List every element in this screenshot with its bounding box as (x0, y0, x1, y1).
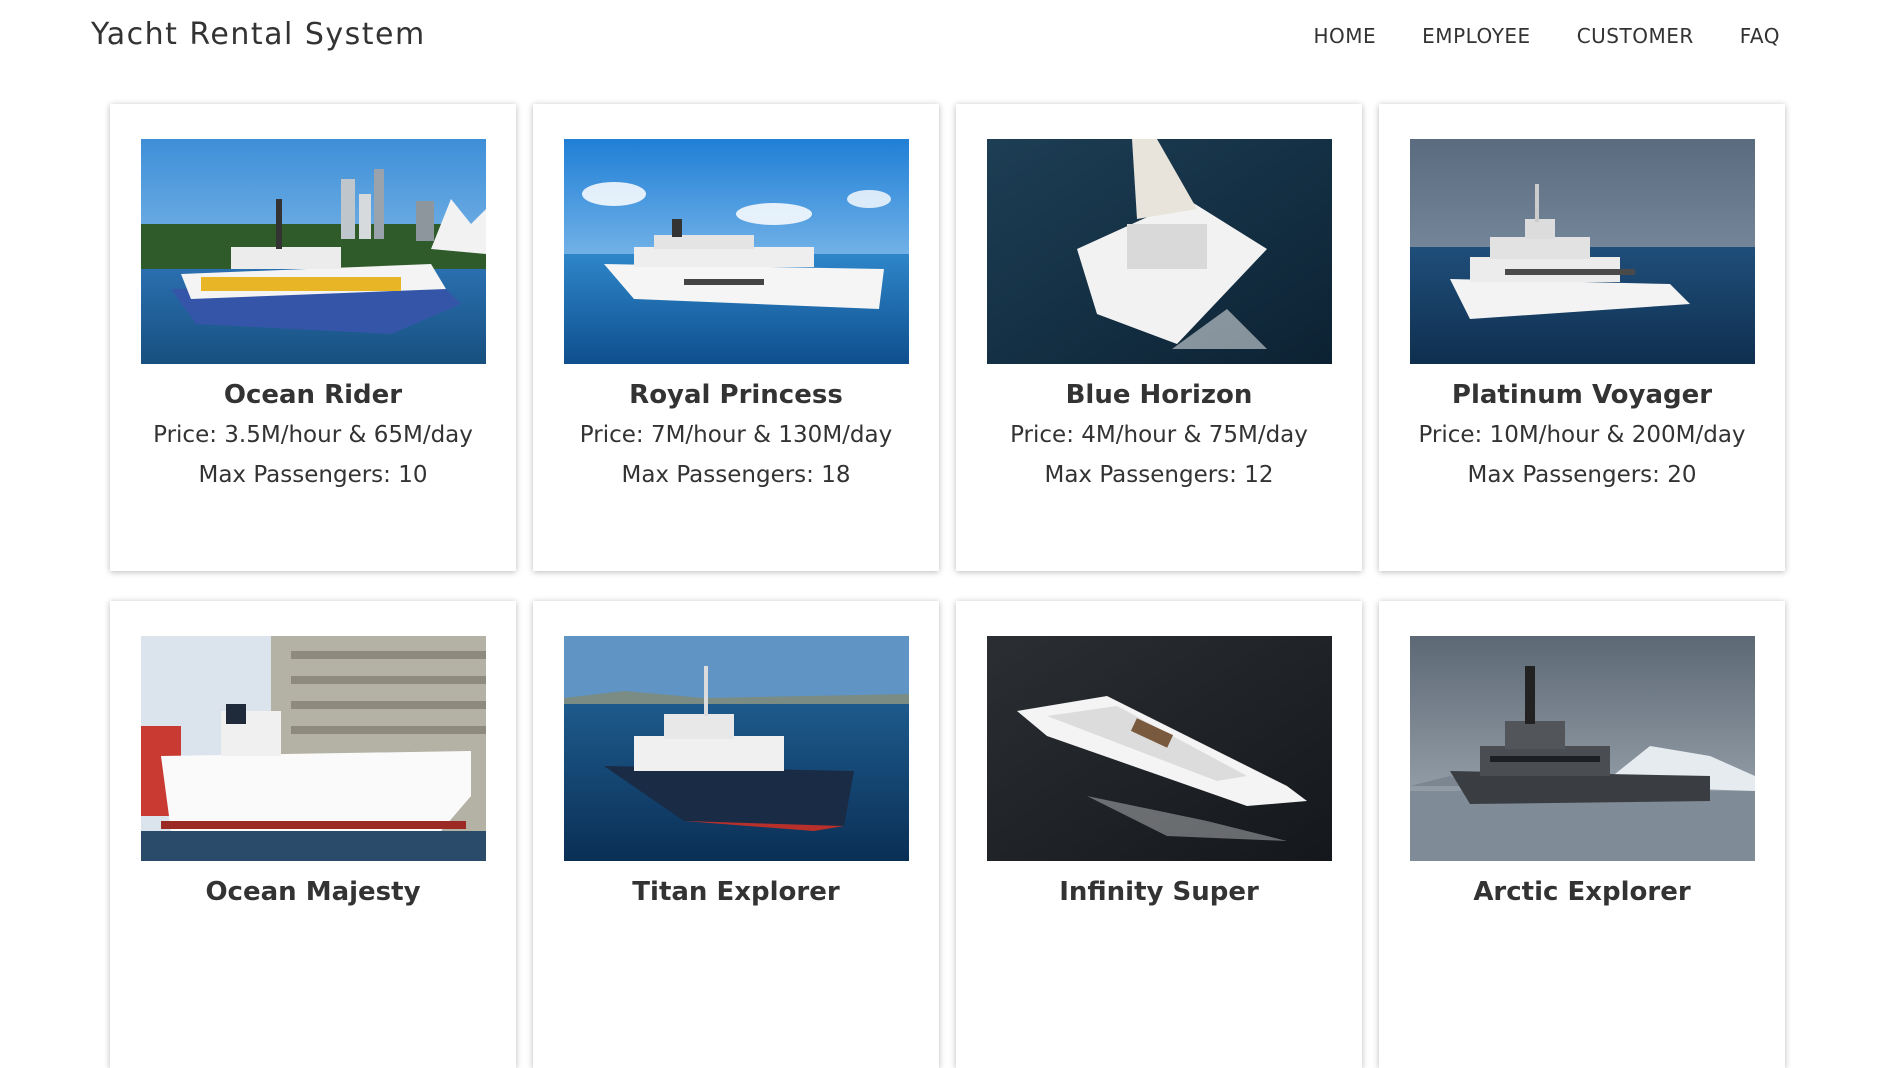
yacht-image[interactable] (1409, 139, 1755, 364)
nav-home-link[interactable]: HOME (1313, 24, 1376, 48)
yacht-card[interactable]: Ocean Rider Price: 3.5M/hour & 65M/day M… (110, 104, 516, 571)
app-title[interactable]: Yacht Rental System (91, 17, 426, 52)
yacht-name: Infinity Super (1059, 877, 1259, 907)
yacht-card[interactable]: Platinum Voyager Price: 10M/hour & 200M/… (1379, 104, 1785, 571)
yacht-grid: Ocean Rider Price: 3.5M/hour & 65M/day M… (110, 104, 1785, 1068)
yacht-price: Price: 3.5M/hour & 65M/day (153, 422, 473, 448)
yacht-card[interactable]: Titan Explorer (533, 601, 939, 1068)
yacht-card[interactable]: Infinity Super (956, 601, 1362, 1068)
yacht-price: Price: 4M/hour & 75M/day (1010, 422, 1308, 448)
nav-customer-link[interactable]: CUSTOMER (1577, 24, 1694, 48)
yacht-price: Price: 7M/hour & 130M/day (579, 422, 893, 448)
yacht-card[interactable]: Blue Horizon Price: 4M/hour & 75M/day Ma… (956, 104, 1362, 571)
yacht-image[interactable] (986, 139, 1332, 364)
nav-employee-link[interactable]: EMPLOYEE (1422, 24, 1531, 48)
yacht-price: Price: 10M/hour & 200M/day (1418, 422, 1746, 448)
yacht-card[interactable]: Ocean Majesty (110, 601, 516, 1068)
yacht-name: Royal Princess (629, 380, 843, 410)
yacht-card[interactable]: Royal Princess Price: 7M/hour & 130M/day… (533, 104, 939, 571)
yacht-name: Blue Horizon (1065, 380, 1253, 410)
yacht-max-passengers: Max Passengers: 18 (621, 462, 851, 488)
nav-menu: HOME EMPLOYEE CUSTOMER FAQ (1313, 24, 1780, 48)
yacht-max-passengers: Max Passengers: 10 (198, 462, 428, 488)
yacht-max-passengers: Max Passengers: 20 (1467, 462, 1697, 488)
navbar: Yacht Rental System HOME EMPLOYEE CUSTOM… (0, 0, 1892, 72)
yacht-name: Ocean Rider (223, 380, 403, 410)
yacht-name: Platinum Voyager (1451, 380, 1713, 410)
yacht-max-passengers: Max Passengers: 12 (1044, 462, 1274, 488)
yacht-image[interactable] (563, 139, 909, 364)
yacht-image[interactable] (140, 636, 486, 861)
yacht-name: Ocean Majesty (205, 877, 421, 907)
nav-faq-link[interactable]: FAQ (1740, 24, 1780, 48)
yacht-name: Titan Explorer (632, 877, 840, 907)
yacht-image[interactable] (1409, 636, 1755, 861)
yacht-image[interactable] (140, 139, 486, 364)
yacht-image[interactable] (563, 636, 909, 861)
yacht-image[interactable] (986, 636, 1332, 861)
yacht-name: Arctic Explorer (1473, 877, 1691, 907)
yacht-card[interactable]: Arctic Explorer (1379, 601, 1785, 1068)
